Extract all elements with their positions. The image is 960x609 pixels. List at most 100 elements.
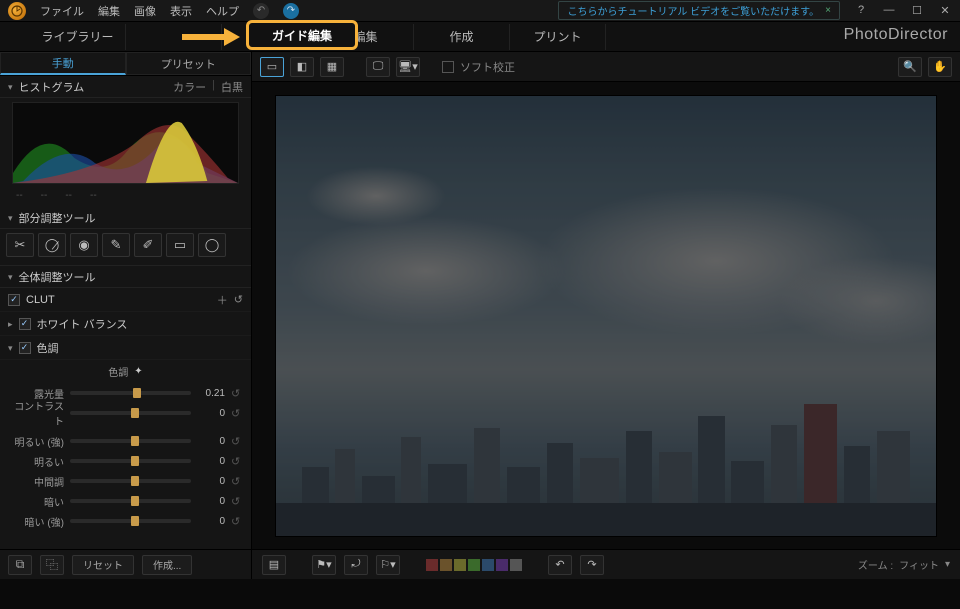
image-canvas[interactable] xyxy=(276,96,936,536)
flag-pick-icon[interactable]: ⚐▾ xyxy=(376,555,400,575)
reset-icon[interactable]: ↺ xyxy=(234,293,243,306)
view-single-icon[interactable]: ▭ xyxy=(260,57,284,77)
spot-tool-icon[interactable]: ◯̷ xyxy=(38,233,66,257)
tone-slider-1[interactable]: コントラスト0↺ xyxy=(8,403,243,423)
adj-whitebalance[interactable]: ✓ ホワイト バランス xyxy=(0,312,251,336)
chevron-down-icon xyxy=(8,342,13,354)
tone-slider-6[interactable]: 暗い (強)0↺ xyxy=(8,511,243,531)
slider-value: 0 xyxy=(197,476,225,487)
zoom-tool-icon[interactable]: 🔍 xyxy=(898,57,922,77)
checkbox-icon[interactable]: ✓ xyxy=(8,294,20,306)
filmstrip-toggle-icon[interactable]: ▤ xyxy=(262,555,286,575)
history-undo-icon[interactable]: ↶ xyxy=(548,555,572,575)
pan-tool-icon[interactable]: ✋ xyxy=(928,57,952,77)
tone-slider-5[interactable]: 暗い0↺ xyxy=(8,491,243,511)
module-print[interactable]: プリント xyxy=(510,24,606,50)
global-tools-header[interactable]: 全体調整ツール xyxy=(0,266,251,288)
subtab-preset[interactable]: プリセット xyxy=(126,52,252,75)
redeye-tool-icon[interactable]: ◉ xyxy=(70,233,98,257)
redo-button[interactable]: ↷ xyxy=(283,3,299,19)
histogram-mode-bw[interactable]: 白黒 xyxy=(221,79,243,95)
add-icon[interactable]: ＋ xyxy=(217,292,228,308)
module-guide-edit[interactable]: ガイド編集 xyxy=(246,20,358,50)
local-tools-header[interactable]: 部分調整ツール xyxy=(0,207,251,229)
module-create[interactable]: 作成 xyxy=(414,24,510,50)
slider-track[interactable] xyxy=(70,391,191,395)
rect-mask-icon[interactable]: ▭ xyxy=(166,233,194,257)
color-swatch[interactable] xyxy=(426,559,438,571)
brush-tool-icon[interactable]: ✎ xyxy=(102,233,130,257)
checkbox-icon[interactable]: ✓ xyxy=(19,342,31,354)
auto-tone-icon[interactable]: ✦ xyxy=(134,366,142,377)
checkbox-icon[interactable]: ✓ xyxy=(19,318,31,330)
color-swatch[interactable] xyxy=(510,559,522,571)
zoom-value[interactable]: フィット xyxy=(899,557,939,572)
color-swatch[interactable] xyxy=(440,559,452,571)
slider-track[interactable] xyxy=(70,499,191,503)
radial-mask-icon[interactable]: ◯ xyxy=(198,233,226,257)
tone-slider-4[interactable]: 中間調0↺ xyxy=(8,471,243,491)
reset-button[interactable]: リセット xyxy=(72,555,134,575)
chevron-down-icon xyxy=(8,212,13,224)
adj-clut[interactable]: ✓ CLUT ＋ ↺ xyxy=(0,288,251,312)
tone-slider-3[interactable]: 明るい0↺ xyxy=(8,451,243,471)
slider-reset-icon[interactable]: ↺ xyxy=(231,515,243,528)
tutorial-banner[interactable]: こちらからチュートリアル ビデオをご覧いただけます。 × xyxy=(558,1,840,20)
paste-settings-icon[interactable]: ⿻ xyxy=(40,555,64,575)
color-swatch[interactable] xyxy=(468,559,480,571)
histogram-header[interactable]: ヒストグラム カラー | 白黒 xyxy=(0,76,251,98)
histogram-mode-color[interactable]: カラー xyxy=(173,79,206,95)
create-preset-button[interactable]: 作成... xyxy=(142,555,192,575)
menu-help[interactable]: ヘルプ xyxy=(206,3,239,19)
slider-reset-icon[interactable]: ↺ xyxy=(231,407,243,420)
history-redo-icon[interactable]: ↷ xyxy=(580,555,604,575)
monitor-dropdown-icon[interactable]: 🖥▾ xyxy=(396,57,420,77)
softproof-toggle[interactable]: ソフト校正 xyxy=(442,59,515,75)
slider-track[interactable] xyxy=(70,459,191,463)
slider-reset-icon[interactable]: ↺ xyxy=(231,435,243,448)
color-swatch[interactable] xyxy=(454,559,466,571)
chevron-down-icon[interactable]: ▾ xyxy=(945,559,950,570)
slider-reset-icon[interactable]: ↺ xyxy=(231,475,243,488)
tutorial-close-icon[interactable]: × xyxy=(825,5,831,16)
adj-tone[interactable]: ✓ 色調 xyxy=(0,336,251,360)
undo-button[interactable]: ↶ xyxy=(253,3,269,19)
slider-track[interactable] xyxy=(70,479,191,483)
color-swatch[interactable] xyxy=(482,559,494,571)
chevron-down-icon xyxy=(8,81,13,93)
color-swatch[interactable] xyxy=(496,559,508,571)
tone-slider-2[interactable]: 明るい (強)0↺ xyxy=(8,431,243,451)
color-label-swatches[interactable] xyxy=(426,559,522,571)
subtab-manual[interactable]: 手動 xyxy=(0,52,126,75)
slider-reset-icon[interactable]: ↺ xyxy=(231,455,243,468)
view-compare-icon[interactable]: ◧ xyxy=(290,57,314,77)
chevron-right-icon xyxy=(8,318,13,330)
menu-view[interactable]: 表示 xyxy=(170,3,192,19)
pen-tool-icon[interactable]: ✐ xyxy=(134,233,162,257)
zoom-label: ズーム : xyxy=(858,557,893,572)
adj-clut-label: CLUT xyxy=(26,294,55,306)
slider-track[interactable] xyxy=(70,519,191,523)
slider-reset-icon[interactable]: ↺ xyxy=(231,387,243,400)
menu-file[interactable]: ファイル xyxy=(40,3,84,19)
rotate-icon[interactable]: ⤾ xyxy=(344,555,368,575)
local-tools-title: 部分調整ツール xyxy=(19,210,96,226)
menu-image[interactable]: 画像 xyxy=(134,3,156,19)
view-grid-icon[interactable]: ▦ xyxy=(320,57,344,77)
window-minimize-icon[interactable]: — xyxy=(882,4,896,18)
slider-reset-icon[interactable]: ↺ xyxy=(231,495,243,508)
crop-tool-icon[interactable]: ✂ xyxy=(6,233,34,257)
copy-settings-icon[interactable]: ⧉ xyxy=(8,555,32,575)
window-maximize-icon[interactable]: ☐ xyxy=(910,4,924,18)
secondary-display-icon[interactable]: 🖵 xyxy=(366,57,390,77)
slider-track[interactable] xyxy=(70,439,191,443)
module-library[interactable]: ライブラリー xyxy=(30,24,126,50)
adj-wb-label: ホワイト バランス xyxy=(37,316,128,332)
help-icon[interactable]: ? xyxy=(854,4,868,18)
slider-label: 暗い (強) xyxy=(8,514,64,529)
slider-track[interactable] xyxy=(70,411,191,415)
checkbox-icon[interactable] xyxy=(442,61,454,73)
window-close-icon[interactable]: ✕ xyxy=(938,4,952,18)
rating-flag-icon[interactable]: ⚑▾ xyxy=(312,555,336,575)
menu-edit[interactable]: 編集 xyxy=(98,3,120,19)
